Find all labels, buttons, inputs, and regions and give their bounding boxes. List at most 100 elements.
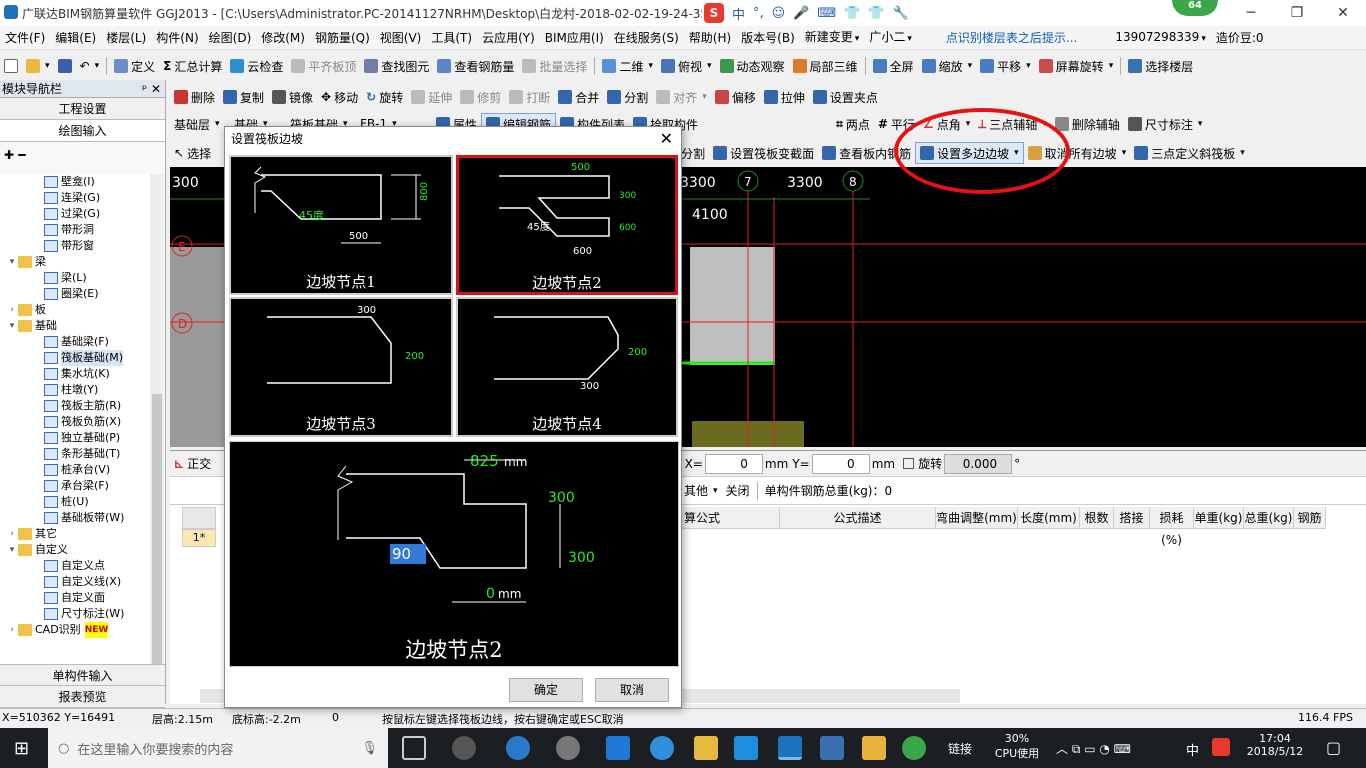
ime-punct[interactable]: °,	[753, 6, 764, 21]
floor-select[interactable]: 基础层	[170, 113, 230, 135]
local-3d-button[interactable]: 局部三维	[789, 55, 862, 77]
sogou-ime-bar[interactable]: S 中 °, ☺ 🎤 ⌨ 👕 👕 🔧	[704, 3, 909, 23]
maximize-icon[interactable]: ❐	[1274, 0, 1320, 26]
ie2-icon[interactable]	[650, 736, 674, 760]
clock[interactable]: 17:04 2018/5/12	[1240, 732, 1310, 758]
top-view-dropdown[interactable]: 俯视	[657, 55, 716, 77]
zoom-dropdown[interactable]: 缩放	[918, 55, 977, 77]
tree-item[interactable]: 柱墩(Y)	[0, 382, 150, 398]
new-file-icon[interactable]	[0, 55, 22, 77]
align-dropdown[interactable]: 对齐	[652, 86, 711, 108]
ime-emoji-icon[interactable]: ☺	[772, 6, 786, 21]
tree-item[interactable]: 集水坑(K)	[0, 366, 150, 382]
col-total-weight[interactable]: 总重(kg)	[1244, 507, 1294, 529]
app-swirl-icon[interactable]	[556, 736, 580, 760]
menu-hint[interactable]: 点识别楼层表之后提示...	[941, 26, 1082, 50]
tree-item[interactable]: 带形洞	[0, 222, 150, 238]
tree-toggle-icon[interactable]: ▾	[6, 542, 18, 558]
ortho-button[interactable]: ⊾ 正交	[170, 453, 215, 475]
menu-help[interactable]: 帮助(H)	[684, 26, 736, 50]
merge-button[interactable]: 合并	[554, 86, 603, 108]
tree-item[interactable]: 自定义点	[0, 558, 150, 574]
ie-icon[interactable]	[506, 736, 530, 760]
view-rebar-button[interactable]: 查看钢筋量	[433, 55, 518, 77]
windows-start-icon[interactable]: ⊞	[14, 738, 29, 759]
tree-item[interactable]: 自定义线(X)	[0, 574, 150, 590]
tree-item[interactable]: › 板	[0, 302, 150, 318]
tree-item[interactable]: › CAD识别 NEW	[0, 622, 150, 638]
edge-icon[interactable]	[606, 736, 630, 760]
tree-toggle-icon[interactable]: ›	[6, 526, 18, 542]
menu-view[interactable]: 视图(V)	[375, 26, 427, 50]
tree-item[interactable]: 过梁(G)	[0, 206, 150, 222]
notification-icon[interactable]: ▢	[1326, 738, 1341, 757]
screen-rotate-dropdown[interactable]: 屏幕旋转	[1035, 55, 1118, 77]
tree-item[interactable]: 梁(L)	[0, 270, 150, 286]
menu-edit[interactable]: 编辑(E)	[50, 26, 101, 50]
tree-item[interactable]: 连梁(G)	[0, 190, 150, 206]
tree-item[interactable]: 桩(U)	[0, 494, 150, 510]
folder-icon[interactable]	[694, 736, 718, 760]
tree-item[interactable]: 筏板负筋(X)	[0, 414, 150, 430]
section-drawing-input[interactable]: 绘图输入	[0, 120, 165, 142]
ime-indicator[interactable]: 中	[1186, 740, 1199, 759]
col-bend-adjust[interactable]: 弯曲调整(mm)	[936, 507, 1018, 529]
open-file-icon[interactable]	[22, 55, 54, 77]
rotate-button[interactable]: ↻ 旋转	[362, 86, 407, 108]
copy-button[interactable]: 复制	[219, 86, 268, 108]
menu-new-change[interactable]: 新建变更	[800, 25, 865, 51]
split-button[interactable]: 分割	[603, 86, 652, 108]
tree-item[interactable]: 基础板带(W)	[0, 510, 150, 526]
col-unit-weight[interactable]: 单重(kg)	[1194, 507, 1244, 529]
sogou-logo-icon[interactable]: S	[704, 3, 724, 23]
slope-node-2[interactable]: 500 300 600 45度 600 边坡节点2	[456, 155, 678, 295]
section-project-settings[interactable]: 工程设置	[0, 98, 165, 120]
tree-item[interactable]: 条形基础(T)	[0, 446, 150, 462]
delete-button[interactable]: 删除	[170, 86, 219, 108]
close-panel-button[interactable]: 关闭	[722, 480, 754, 502]
col-formula-desc[interactable]: 公式描述	[780, 507, 936, 529]
break-button[interactable]: 打断	[505, 86, 554, 108]
ok-button[interactable]: 确定	[509, 678, 583, 702]
mic-icon[interactable]: 🎙	[361, 741, 378, 756]
align-slab-top-button[interactable]: 平齐板顶	[287, 55, 360, 77]
trim-button[interactable]: 修剪	[456, 86, 505, 108]
pan-dropdown[interactable]: 平移	[976, 55, 1035, 77]
expand-collapse-icons[interactable]: ✚ ━	[0, 142, 165, 172]
tray-icons[interactable]: ︿ ⧉ ▭ ◔ ⌨	[1056, 740, 1131, 757]
slope-node-3[interactable]: 300 200 边坡节点3	[229, 297, 453, 437]
tree-item[interactable]: 尺寸标注(W)	[0, 606, 150, 622]
cloud-check-button[interactable]: 云检查	[226, 55, 287, 77]
close-icon[interactable]: ✕	[1320, 0, 1366, 26]
orbit-button[interactable]: 动态观察	[716, 55, 789, 77]
undo-icon[interactable]: ↶	[76, 55, 104, 77]
delete-axis-button[interactable]: 删除辅轴	[1051, 113, 1124, 135]
col-formula[interactable]: 算公式	[680, 507, 780, 529]
tree-item[interactable]: 壁龛(I)	[0, 174, 150, 190]
find-element-button[interactable]: 查找图元	[360, 55, 433, 77]
tree-item[interactable]: 基础梁(F)	[0, 334, 150, 350]
save-icon[interactable]	[54, 55, 76, 77]
dimension-dropdown[interactable]: 尺寸标注	[1124, 113, 1207, 135]
menu-draw[interactable]: 绘图(D)	[204, 26, 257, 50]
menu-floor[interactable]: 楼层(L)	[101, 26, 151, 50]
tree-toggle-icon[interactable]: ▾	[6, 318, 18, 334]
angle-input[interactable]: 90	[390, 544, 426, 564]
col-lap[interactable]: 搭接	[1114, 507, 1150, 529]
tree-item[interactable]: ▾ 自定义	[0, 542, 150, 558]
dialog-close-icon[interactable]: ✕	[660, 129, 673, 148]
stretch-button[interactable]: 拉伸	[760, 86, 809, 108]
mirror-button[interactable]: 镜像	[268, 86, 317, 108]
section-single-input[interactable]: 单构件输入	[0, 664, 165, 686]
select-floor-button[interactable]: 选择楼层	[1124, 55, 1197, 77]
x-input[interactable]: 0	[704, 453, 763, 474]
menu-version[interactable]: 版本号(B)	[736, 26, 800, 50]
slope-node-1[interactable]: 45度 800 500 边坡节点1	[229, 155, 453, 295]
extend-button[interactable]: 延伸	[407, 86, 456, 108]
tree-item[interactable]: 独立基础(P)	[0, 430, 150, 446]
app-suitcase-icon[interactable]	[820, 736, 844, 760]
tree-item[interactable]: ▾ 基础	[0, 318, 150, 334]
menu-modify[interactable]: 修改(M)	[256, 26, 310, 50]
ime-keyboard-icon[interactable]: ⌨	[817, 6, 836, 21]
slope-node-4[interactable]: 300 200 边坡节点4	[456, 297, 678, 437]
